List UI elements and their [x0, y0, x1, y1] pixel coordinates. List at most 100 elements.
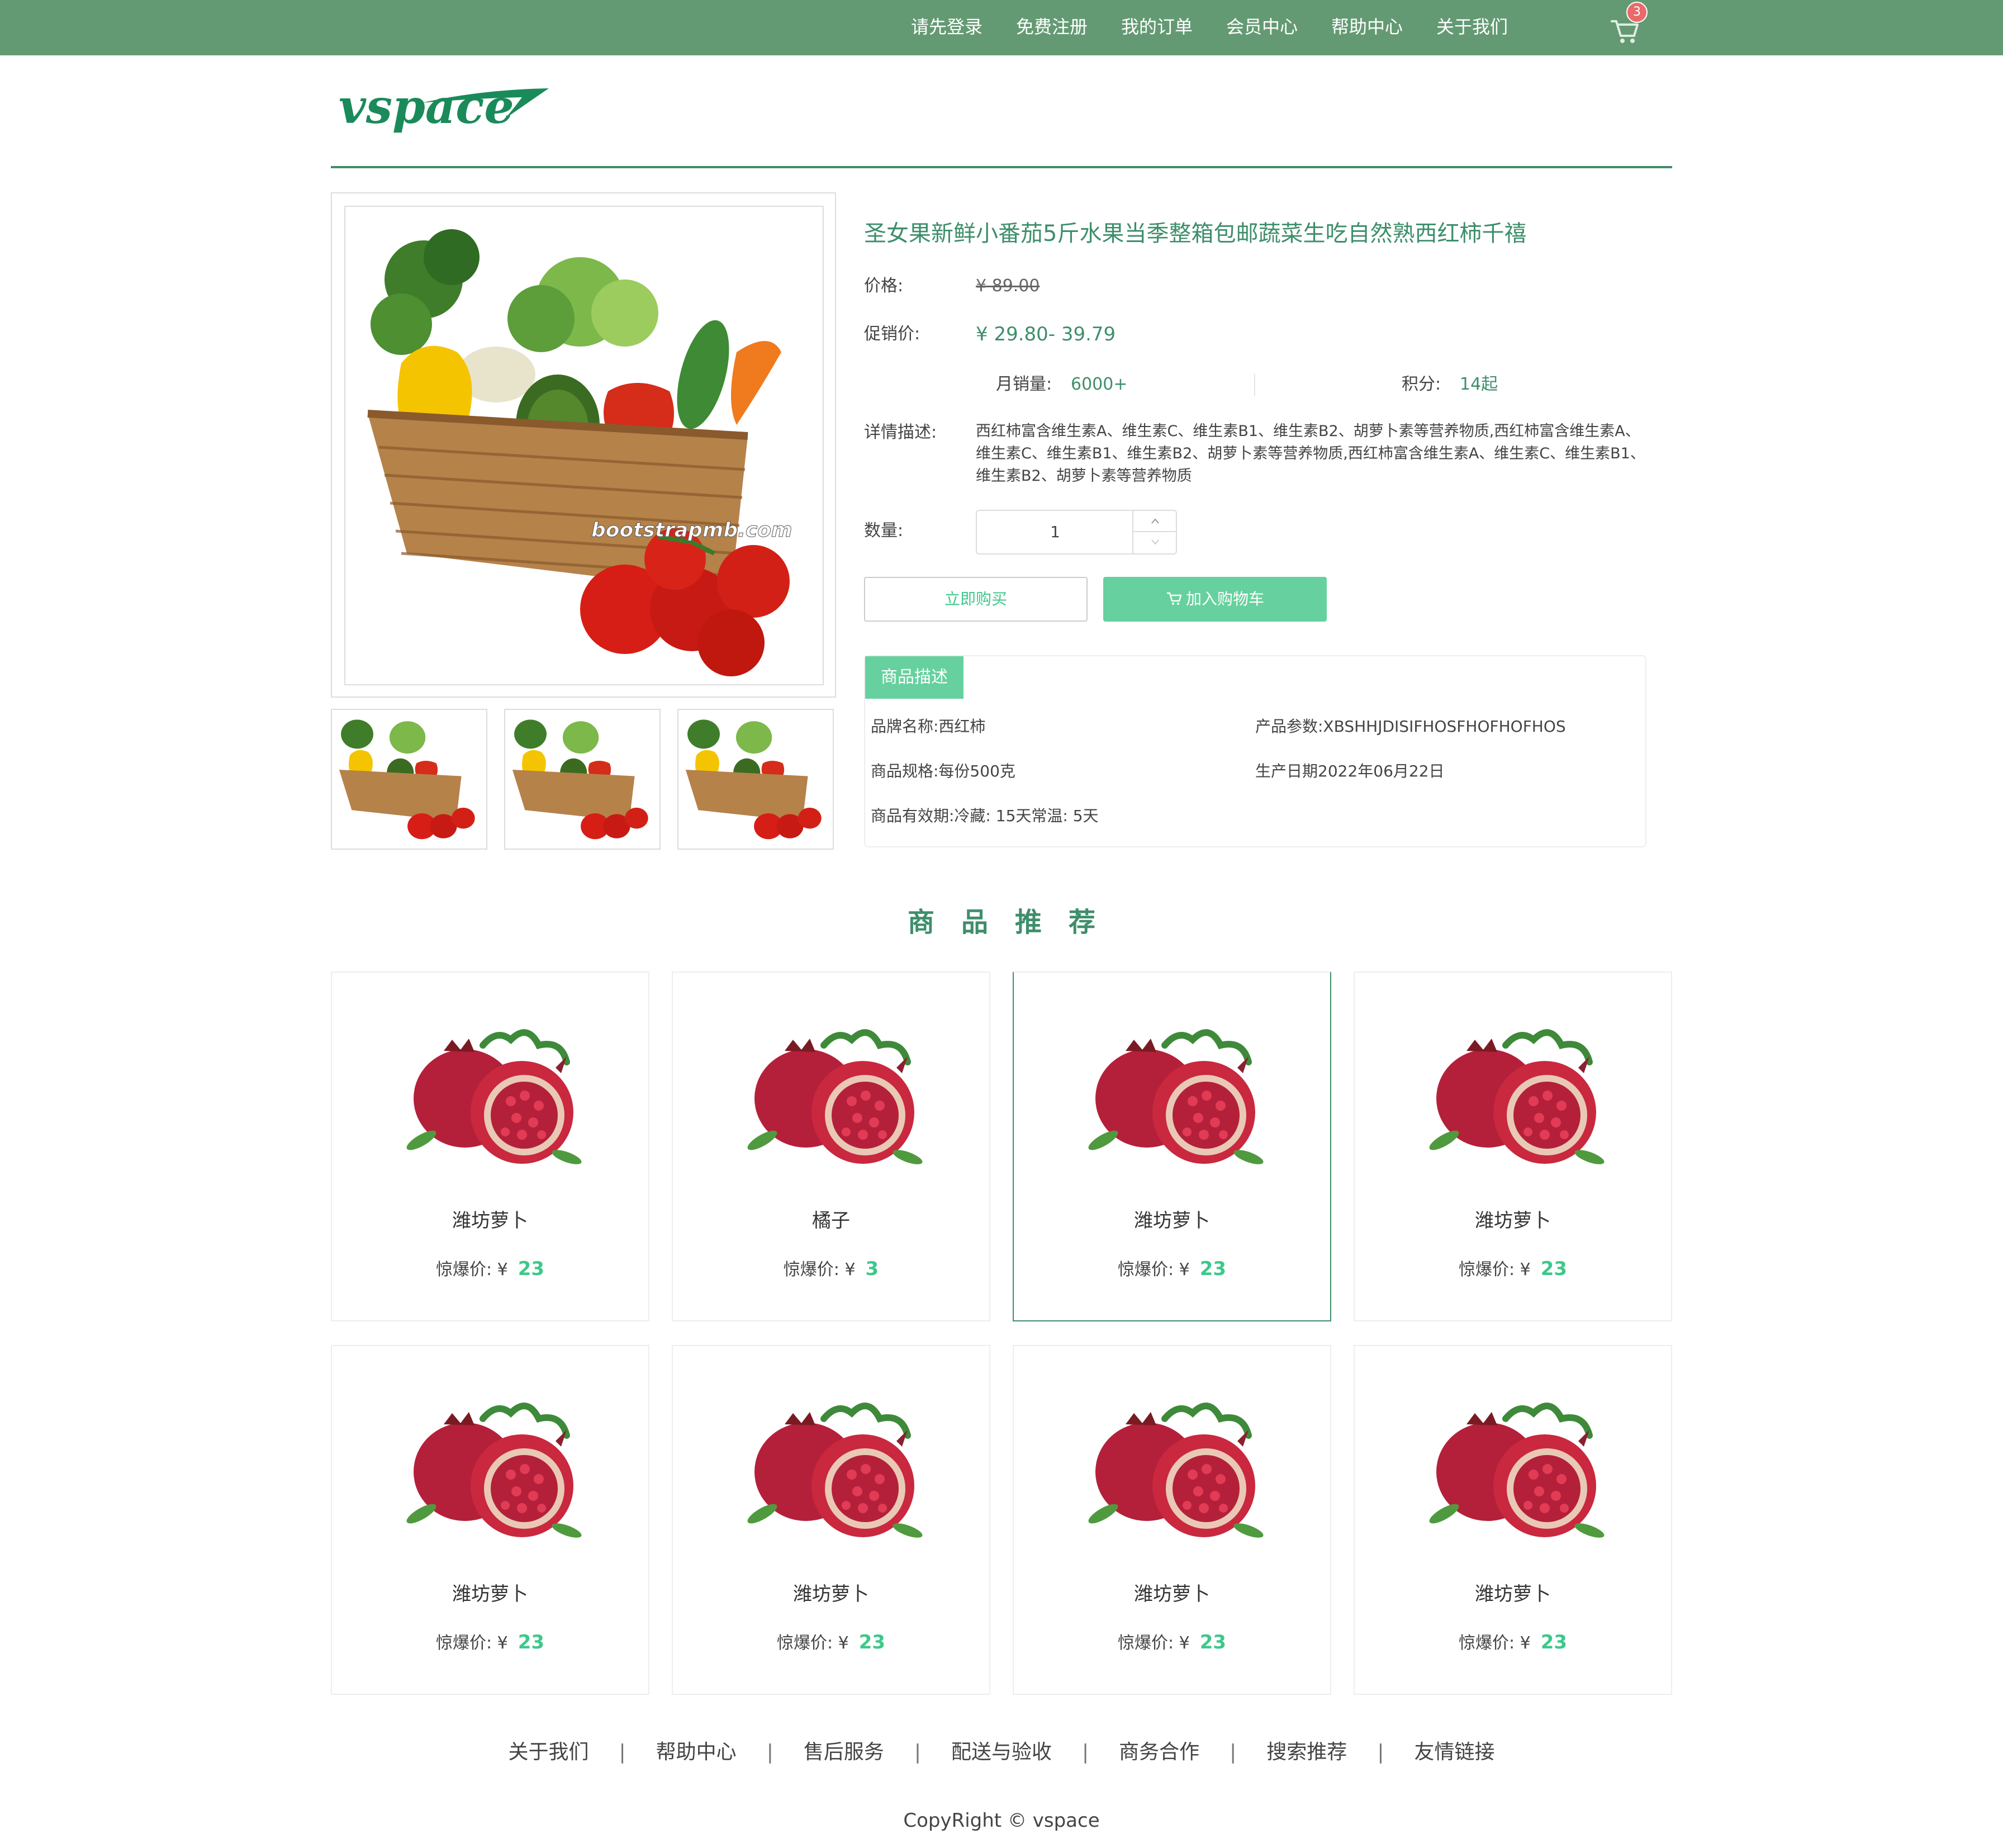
thumbnail-image [512, 719, 648, 840]
price-label: 惊爆价: ¥ [783, 1260, 856, 1280]
product-price-row: 惊爆价: ¥ 23 [1014, 1629, 1330, 1657]
product-price: 23 [1540, 1258, 1568, 1280]
footer-link[interactable]: 配送与验收 [951, 1737, 1052, 1768]
price-label: 惊爆价: ¥ [435, 1260, 508, 1280]
promo-price-label: 促销价: [864, 324, 920, 344]
quantity-decrement-button[interactable] [1132, 532, 1177, 553]
product-card[interactable]: 潍坊萝卜惊爆价: ¥ 23 [331, 972, 649, 1321]
stat-divider [1254, 373, 1255, 396]
product-price-row: 惊爆价: ¥ 23 [1014, 1255, 1330, 1283]
monthly-sales-label: 月销量: [996, 375, 1052, 394]
nav-login[interactable]: 请先登录 [911, 15, 982, 39]
footer-links: 关于我们 | 帮助中心 | 售后服务 | 配送与验收 | 商务合作 | 搜索推荐 | 友情链接 [0, 1737, 2003, 1768]
product-price: 23 [1540, 1631, 1568, 1653]
product-spec: 商品规格:每份500克 [871, 762, 1015, 780]
pomegranate-image [406, 1402, 582, 1538]
add-to-cart-label: 加入购物车 [1185, 590, 1264, 608]
original-price: ¥ 89.00 [976, 276, 1040, 296]
product-price-row: 惊爆价: ¥ 23 [332, 1255, 648, 1283]
nav-help-center[interactable]: 帮助中心 [1331, 15, 1403, 39]
thumbnail-1[interactable] [331, 709, 487, 850]
cart-icon [1166, 592, 1182, 605]
footer-link[interactable]: 友情链接 [1414, 1737, 1494, 1768]
product-card[interactable]: 橘子惊爆价: ¥ 3 [672, 972, 990, 1321]
pomegranate-image [747, 1402, 923, 1538]
price-label: 惊爆价: ¥ [1117, 1260, 1190, 1280]
quantity-increment-button[interactable] [1132, 511, 1177, 532]
shelf-life: 商品有效期:冷藏: 15天常温: 5天 [871, 807, 1099, 825]
footer-link[interactable]: 帮助中心 [656, 1737, 737, 1768]
price-label: 惊爆价: ¥ [776, 1633, 849, 1653]
points-value: 14起 [1460, 375, 1498, 394]
nav-my-orders[interactable]: 我的订单 [1121, 15, 1193, 39]
product-price: 23 [858, 1631, 886, 1653]
footer-link[interactable]: 售后服务 [804, 1737, 884, 1768]
promo-price: ¥ 29.80- 39.79 [976, 323, 1116, 345]
vspace-logo[interactable]: vspace [338, 78, 552, 140]
monthly-sales-value: 6000+ [1071, 375, 1128, 394]
pomegranate-image [1088, 1029, 1264, 1164]
product-name: 潍坊萝卜 [1475, 1583, 1551, 1605]
nav-register[interactable]: 免费注册 [1016, 15, 1088, 39]
product-name: 潍坊萝卜 [1134, 1210, 1210, 1232]
product-price: 23 [518, 1258, 545, 1280]
product-card[interactable]: 潍坊萝卜惊爆价: ¥ 23 [331, 1345, 649, 1695]
footer-link[interactable]: 关于我们 [509, 1737, 589, 1768]
footer-separator: | [1230, 1741, 1237, 1764]
chevron-up-icon [1151, 518, 1159, 524]
product-price-row: 惊爆价: ¥ 23 [1355, 1255, 1671, 1283]
quantity-stepper: 1 [976, 510, 1177, 555]
pomegranate-image [1429, 1402, 1605, 1538]
product-name: 橘子 [812, 1210, 850, 1232]
brand-name: 品牌名称:西红柿 [871, 717, 986, 736]
price-label: 惊爆价: ¥ [1458, 1633, 1531, 1653]
product-name: 潍坊萝卜 [1475, 1210, 1551, 1232]
recommend-section-title: 商品推荐 [907, 907, 1122, 938]
footer-separator: | [1082, 1741, 1089, 1764]
footer-separator: | [766, 1741, 773, 1764]
footer-link[interactable]: 商务合作 [1119, 1737, 1199, 1768]
product-price: 3 [865, 1258, 879, 1280]
product-name: 潍坊萝卜 [452, 1583, 528, 1605]
svg-text:bootstrapmb.com: bootstrapmb.com [591, 519, 792, 542]
header-divider [331, 166, 1672, 168]
thumbnail-image [339, 719, 475, 840]
points-label: 积分: [1402, 375, 1441, 394]
product-card[interactable]: 潍坊萝卜惊爆价: ¥ 23 [1354, 972, 1672, 1321]
production-date: 生产日期2022年06月22日 [1255, 762, 1445, 780]
tab-product-description[interactable]: 商品描述 [865, 656, 963, 699]
main-product-image-frame: bootstrapmb.com [331, 192, 836, 698]
buy-now-button[interactable]: 立即购买 [864, 577, 1088, 622]
nav-about-us[interactable]: 关于我们 [1436, 15, 1508, 39]
quantity-label: 数量: [864, 521, 904, 541]
price-label: 惊爆价: ¥ [1117, 1633, 1190, 1653]
footer-separator: | [914, 1741, 921, 1764]
nav-member-center[interactable]: 会员中心 [1226, 15, 1298, 39]
price-label: 惊爆价: ¥ [1458, 1260, 1531, 1280]
product-name: 潍坊萝卜 [452, 1210, 528, 1232]
product-card[interactable]: 潍坊萝卜 惊爆价: ¥ 23 [1013, 1345, 1331, 1695]
thumbnail-image [685, 719, 822, 840]
top-navbar: 请先登录 免费注册 我的订单 会员中心 帮助中心 关于我们 3 [0, 0, 2003, 55]
add-to-cart-button[interactable]: 加入购物车 [1103, 577, 1327, 622]
detail-description: 西红柿富含维生素A、维生素C、维生素B1、维生素B2、胡萝卜素等营养物质,西红柿… [976, 423, 1645, 485]
product-price: 23 [518, 1631, 545, 1653]
copyright: CopyRight © vspace [903, 1809, 1100, 1832]
main-product-image: bootstrapmb.com [344, 206, 824, 685]
product-price: 23 [1199, 1258, 1227, 1280]
quantity-input[interactable]: 1 [977, 511, 1133, 553]
product-card[interactable]: 潍坊萝卜 惊爆价: ¥ 23 [672, 1345, 990, 1695]
product-params: 产品参数:XBSHHJDISIFHOSFHOFHOFHOS [1255, 717, 1566, 736]
chevron-down-icon [1151, 539, 1159, 545]
product-price-row: 惊爆价: ¥ 3 [673, 1255, 989, 1283]
product-card[interactable]: 潍坊萝卜惊爆价: ¥ 23 [1354, 1345, 1672, 1695]
price-label: 价格: [864, 276, 904, 296]
product-price: 23 [1199, 1631, 1227, 1653]
footer-link[interactable]: 搜索推荐 [1266, 1737, 1347, 1768]
product-price-row: 惊爆价: ¥ 23 [673, 1629, 989, 1657]
cart-count-badge: 3 [1626, 2, 1648, 23]
thumbnail-3[interactable] [677, 709, 834, 850]
product-price-row: 惊爆价: ¥ 23 [332, 1629, 648, 1657]
product-card[interactable]: 潍坊萝卜惊爆价: ¥ 23 [1013, 972, 1331, 1321]
thumbnail-2[interactable] [504, 709, 661, 850]
